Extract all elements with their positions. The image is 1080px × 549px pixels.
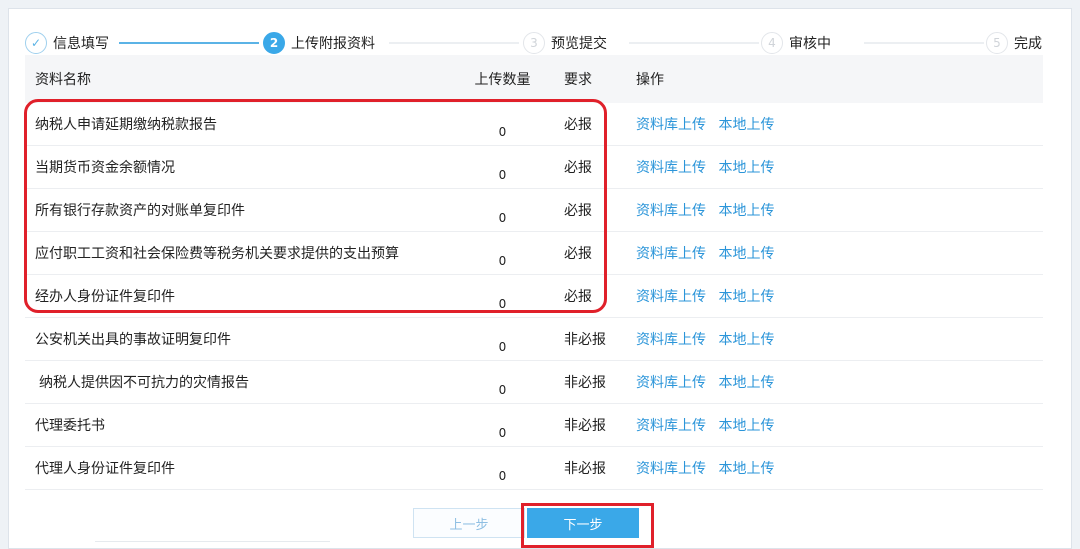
local-upload-link[interactable]: 本地上传 xyxy=(718,117,774,133)
row-requirement: 必报 xyxy=(564,117,592,133)
library-upload-link[interactable]: 资料库上传 xyxy=(636,203,706,219)
library-upload-link[interactable]: 资料库上传 xyxy=(636,289,706,305)
local-upload-link[interactable]: 本地上传 xyxy=(718,375,774,391)
step-preview-submit: 3 预览提交 xyxy=(523,31,607,55)
progress-stepper: ✓ 信息填写 2 上传附报资料 3 预览提交 4 审核中 5 完成 xyxy=(9,27,1073,57)
next-step-button[interactable]: 下一步 xyxy=(527,508,639,538)
step-number: 5 xyxy=(986,32,1008,54)
step-label: 信息填写 xyxy=(53,36,109,52)
row-operations: 资料库上传 本地上传 xyxy=(630,286,1043,306)
row-name: 纳税人申请延期缴纳税款报告 xyxy=(35,117,217,133)
row-operations: 资料库上传 本地上传 xyxy=(630,329,1043,349)
row-name: 代理委托书 xyxy=(35,418,105,434)
library-upload-link[interactable]: 资料库上传 xyxy=(636,375,706,391)
local-upload-link[interactable]: 本地上传 xyxy=(718,461,774,477)
table-row: 应付职工工资和社会保险费等税务机关要求提供的支出预算 0 必报 资料库上传 本地… xyxy=(25,232,1043,275)
divider xyxy=(95,541,330,542)
table-row: 代理人身份证件复印件 0 非必报 资料库上传 本地上传 xyxy=(25,447,1043,490)
row-operations: 资料库上传 本地上传 xyxy=(630,415,1043,435)
row-count: 0 xyxy=(498,168,507,182)
row-requirement: 非必报 xyxy=(564,332,606,348)
row-count: 0 xyxy=(498,254,507,268)
row-count: 0 xyxy=(498,297,507,311)
row-requirement: 非必报 xyxy=(564,375,606,391)
table-row: 纳税人提供因不可抗力的灾情报告 0 非必报 资料库上传 本地上传 xyxy=(25,361,1043,404)
step-connector-1 xyxy=(119,42,259,44)
check-icon: ✓ xyxy=(25,32,47,54)
library-upload-link[interactable]: 资料库上传 xyxy=(636,418,706,434)
row-count: 0 xyxy=(498,469,507,483)
step-number: 4 xyxy=(761,32,783,54)
table-row: 当期货币资金余额情况 0 必报 资料库上传 本地上传 xyxy=(25,146,1043,189)
row-operations: 资料库上传 本地上传 xyxy=(630,243,1043,263)
step-connector-4 xyxy=(864,42,984,44)
row-count: 0 xyxy=(498,426,507,440)
step-complete: 5 完成 xyxy=(986,31,1042,55)
row-name: 纳税人提供因不可抗力的灾情报告 xyxy=(39,375,249,391)
table-row: 代理委托书 0 非必报 资料库上传 本地上传 xyxy=(25,404,1043,447)
row-count: 0 xyxy=(498,125,507,139)
row-requirement: 必报 xyxy=(564,203,592,219)
row-operations: 资料库上传 本地上传 xyxy=(630,157,1043,177)
step-label: 完成 xyxy=(1014,36,1042,52)
table-row: 公安机关出具的事故证明复印件 0 非必报 资料库上传 本地上传 xyxy=(25,318,1043,361)
row-name: 当期货币资金余额情况 xyxy=(35,160,175,176)
row-name: 经办人身份证件复印件 xyxy=(35,289,175,305)
local-upload-link[interactable]: 本地上传 xyxy=(718,203,774,219)
library-upload-link[interactable]: 资料库上传 xyxy=(636,117,706,133)
row-requirement: 非必报 xyxy=(564,418,606,434)
step-under-review: 4 审核中 xyxy=(761,31,831,55)
row-count: 0 xyxy=(498,340,507,354)
step-connector-3 xyxy=(629,42,759,44)
header-operation: 操作 xyxy=(636,72,664,88)
row-operations: 资料库上传 本地上传 xyxy=(630,458,1043,478)
step-label: 预览提交 xyxy=(551,36,607,52)
row-requirement: 必报 xyxy=(564,160,592,176)
local-upload-link[interactable]: 本地上传 xyxy=(718,160,774,176)
library-upload-link[interactable]: 资料库上传 xyxy=(636,160,706,176)
previous-step-button[interactable]: 上一步 xyxy=(413,508,525,538)
header-count: 上传数量 xyxy=(474,72,531,88)
row-requirement: 必报 xyxy=(564,289,592,305)
row-count: 0 xyxy=(498,383,507,397)
local-upload-link[interactable]: 本地上传 xyxy=(718,418,774,434)
local-upload-link[interactable]: 本地上传 xyxy=(718,332,774,348)
row-requirement: 非必报 xyxy=(564,461,606,477)
step-connector-2 xyxy=(389,42,519,44)
row-name: 公安机关出具的事故证明复印件 xyxy=(35,332,231,348)
row-name: 代理人身份证件复印件 xyxy=(35,461,175,477)
table-header: 资料名称 上传数量 要求 操作 xyxy=(25,55,1043,103)
step-label: 上传附报资料 xyxy=(291,36,375,52)
header-requirement: 要求 xyxy=(564,72,592,88)
table-row: 纳税人申请延期缴纳税款报告 0 必报 资料库上传 本地上传 xyxy=(25,103,1043,146)
attachments-table: 资料名称 上传数量 要求 操作 纳税人申请延期缴纳税款报告 0 必报 资料库上传… xyxy=(25,55,1043,490)
library-upload-link[interactable]: 资料库上传 xyxy=(636,461,706,477)
table-row: 经办人身份证件复印件 0 必报 资料库上传 本地上传 xyxy=(25,275,1043,318)
table-row: 所有银行存款资产的对账单复印件 0 必报 资料库上传 本地上传 xyxy=(25,189,1043,232)
row-name: 应付职工工资和社会保险费等税务机关要求提供的支出预算 xyxy=(35,246,399,262)
row-operations: 资料库上传 本地上传 xyxy=(630,114,1043,134)
row-name: 所有银行存款资产的对账单复印件 xyxy=(35,203,245,219)
library-upload-link[interactable]: 资料库上传 xyxy=(636,246,706,262)
step-upload-attachments: 2 上传附报资料 xyxy=(263,31,375,55)
step-number: 2 xyxy=(263,32,285,54)
local-upload-link[interactable]: 本地上传 xyxy=(718,246,774,262)
row-operations: 资料库上传 本地上传 xyxy=(630,200,1043,220)
row-operations: 资料库上传 本地上传 xyxy=(630,372,1043,392)
upload-attachments-panel: ✓ 信息填写 2 上传附报资料 3 预览提交 4 审核中 5 完成 资料名称 上… xyxy=(8,8,1072,549)
step-info-fill: ✓ 信息填写 xyxy=(25,31,109,55)
row-requirement: 必报 xyxy=(564,246,592,262)
row-count: 0 xyxy=(498,211,507,225)
header-name: 资料名称 xyxy=(35,72,91,88)
step-number: 3 xyxy=(523,32,545,54)
step-label: 审核中 xyxy=(789,36,831,52)
library-upload-link[interactable]: 资料库上传 xyxy=(636,332,706,348)
local-upload-link[interactable]: 本地上传 xyxy=(718,289,774,305)
